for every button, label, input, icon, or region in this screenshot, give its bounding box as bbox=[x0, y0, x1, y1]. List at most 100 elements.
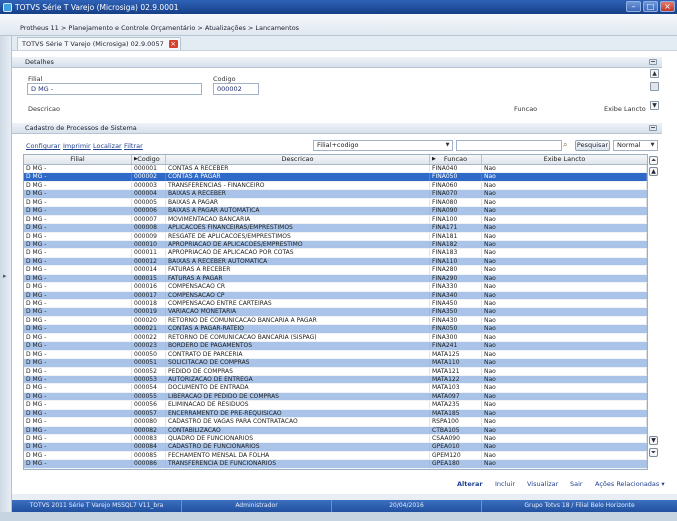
scroll-up-icon[interactable]: ▲ bbox=[650, 69, 659, 78]
incluir-button[interactable]: Incluir bbox=[495, 480, 515, 488]
table-cell: Nao bbox=[482, 198, 647, 207]
table-row[interactable]: D MG -000084 CADASTRO DE FUNCIONARIOS GPEA… bbox=[24, 443, 647, 452]
table-row[interactable]: D MG -000080 CADASTRO DE VAGAS PARA CONTR… bbox=[24, 418, 647, 427]
table-cell: Nao bbox=[482, 401, 647, 409]
search-icon[interactable]: ⌕ bbox=[563, 140, 573, 150]
table-cell: Nao bbox=[482, 291, 647, 299]
table-row[interactable]: D MG -000009 RESGATE DE APLICACOES/EMPRES… bbox=[24, 232, 647, 241]
table-row[interactable]: D MG -000085 FECHAMENTO MENSAL DA FOLHA GP… bbox=[24, 451, 647, 461]
filial-field[interactable]: D MG - bbox=[27, 83, 202, 95]
table-row[interactable]: D MG -000002 CONTAS A PAGAR FINA050 Nao bbox=[24, 173, 647, 182]
table-cell: FINA290 bbox=[430, 274, 482, 283]
table-row[interactable]: D MG -000057 ENCERRAMENTO DE PRE-REQUISIC… bbox=[24, 409, 647, 419]
sort-order-select[interactable]: Filial+codigo ▼ bbox=[313, 140, 453, 151]
table-row[interactable]: D MG -000015 FATURAS A PAGAR FINA290 Nao bbox=[24, 274, 647, 284]
tab-label: TOTVS Série T Varejo (Microsiga) 02.9.00… bbox=[22, 40, 164, 48]
col-header-codigo[interactable]: ▶ Codigo bbox=[132, 155, 166, 164]
grid-scrollbar[interactable]: ⏶ ▲ ▼ ⏷ bbox=[648, 154, 660, 470]
localizar-link[interactable]: Localizar bbox=[93, 142, 122, 150]
table-row[interactable]: D MG -000006 BAIXAS A PAGAR AUTOMATICA FIN… bbox=[24, 207, 647, 216]
table-cell: 000083 bbox=[132, 435, 166, 443]
table-row[interactable]: D MG -000005 BAIXAS A PAGAR FINA080 Nao bbox=[24, 198, 647, 208]
col-header-filial[interactable]: Filial bbox=[24, 155, 132, 164]
table-row[interactable]: D MG -000018 COMPENSACAO ENTRE CARTEIRAS F… bbox=[24, 300, 647, 309]
filtrar-link[interactable]: Filtrar bbox=[124, 142, 143, 150]
grid-header: Filial ▶ Codigo Descricao ▶ Funcao Exibe L… bbox=[24, 155, 647, 165]
table-row[interactable]: D MG -000086 TRANSFERENCIA DE FUNCIONARIO… bbox=[24, 460, 647, 469]
scroll-thumb[interactable] bbox=[650, 82, 659, 91]
table-cell: 000006 bbox=[132, 207, 166, 215]
sair-button[interactable]: Sair bbox=[570, 480, 583, 488]
table-row[interactable]: D MG -000010 APROPRIACAO DE APLICACOES/EM… bbox=[24, 240, 647, 250]
col-header-funcao[interactable]: ▶ Funcao bbox=[430, 155, 482, 164]
alterar-button[interactable]: Alterar bbox=[457, 480, 483, 488]
collapse-icon[interactable] bbox=[649, 59, 657, 65]
maximize-icon[interactable]: □ bbox=[643, 1, 658, 12]
search-input[interactable] bbox=[456, 140, 562, 151]
table-row[interactable]: D MG -000008 APLICACOES FINANCEIRAS/EMPRE… bbox=[24, 224, 647, 233]
left-collapse-strip[interactable]: ▸ bbox=[0, 36, 12, 512]
visualizar-button[interactable]: Visualizar bbox=[527, 480, 558, 488]
minimize-icon[interactable]: – bbox=[626, 1, 641, 12]
table-row[interactable]: D MG -000019 VARIACAO MONETARIA FINA350 Nao bbox=[24, 308, 647, 317]
scroll-down-icon[interactable]: ▼ bbox=[650, 101, 659, 110]
scroll-top-icon[interactable]: ⏶ bbox=[649, 156, 658, 165]
scroll-down-icon[interactable]: ▼ bbox=[649, 436, 658, 445]
expand-arrow-icon[interactable]: ▸ bbox=[3, 272, 7, 280]
table-cell: D MG - bbox=[24, 342, 132, 350]
table-row[interactable]: D MG -000012 BAIXAS A RECEBER AUTOMATICA F… bbox=[24, 257, 647, 267]
table-cell: 000020 bbox=[132, 316, 166, 325]
close-icon[interactable]: × bbox=[660, 1, 675, 12]
table-row[interactable]: D MG -000011 APROPRIACAO DE APLICACAO POR… bbox=[24, 249, 647, 258]
scroll-up-icon[interactable]: ▲ bbox=[649, 167, 658, 176]
table-row[interactable]: D MG -000004 BAIXAS A RECEBER FINA070 Nao bbox=[24, 190, 647, 199]
grid-body: D MG -000001 CONTAS A RECEBER FINA040 Nao D … bbox=[24, 165, 647, 469]
table-row[interactable]: D MG -000022 RETORNO DE COMUNICACAO BANCA… bbox=[24, 333, 647, 343]
descricao-label: Descricao bbox=[28, 105, 60, 113]
table-row[interactable]: D MG -000020 RETORNO DE COMUNICACAO BANCA… bbox=[24, 316, 647, 326]
table-cell: 000002 bbox=[132, 173, 166, 181]
table-cell: FINA110 bbox=[430, 257, 482, 266]
status-system: TOTVS 2011 Série T Varejo MSSQL7 V11_bra bbox=[12, 500, 182, 512]
table-cell: D MG - bbox=[24, 359, 132, 367]
sort-arrow-icon: ▶ bbox=[134, 156, 138, 162]
tab-main[interactable]: TOTVS Série T Varejo (Microsiga) 02.9.00… bbox=[17, 37, 181, 50]
table-row[interactable]: D MG -000007 MOVIMENTACAO BANCARIA FINA100… bbox=[24, 215, 647, 225]
table-row[interactable]: D MG -000056 ELIMINACAO DE RESIDUOS MATA23… bbox=[24, 401, 647, 410]
table-row[interactable]: D MG -000023 BORDERO DE PAGAMENTOS FINA241… bbox=[24, 342, 647, 351]
acoes-relacionadas-button[interactable]: Ações Relacionadas ▾ bbox=[595, 480, 665, 488]
table-cell: SOLICITACAO DE COMPRAS bbox=[166, 359, 430, 367]
table-cell: D MG - bbox=[24, 181, 132, 190]
table-row[interactable]: D MG -000052 PEDIDO DE COMPRAS MATA121 Nao bbox=[24, 367, 647, 376]
table-row[interactable]: D MG -000055 LIBERACAO DE PEDIDO DE COMPR… bbox=[24, 392, 647, 402]
collapse-icon[interactable] bbox=[649, 125, 657, 131]
table-row[interactable]: D MG -000082 CONTABILIZACAO CTBA105 Nao bbox=[24, 426, 647, 435]
table-row[interactable]: D MG -000050 CONTRATO DE PARCERIA MATA125 N… bbox=[24, 350, 647, 360]
table-row[interactable]: D MG -000083 QUADRO DE FUNCIONARIOS CSAA09… bbox=[24, 435, 647, 444]
status-date: 20/04/2016 bbox=[332, 500, 482, 512]
table-row[interactable]: D MG -000051 SOLICITACAO DE COMPRAS MATA11… bbox=[24, 359, 647, 368]
table-cell: D MG - bbox=[24, 283, 132, 291]
table-row[interactable]: D MG -000053 AUTORIZACAO DE ENTREGA MATA12… bbox=[24, 375, 647, 385]
table-row[interactable]: D MG -000017 COMPENSACAO CP FINA340 Nao bbox=[24, 291, 647, 300]
col-header-descricao[interactable]: Descricao bbox=[166, 155, 430, 164]
table-row[interactable]: D MG -000003 TRANSFERENCIAS - FINANCEIRO F… bbox=[24, 181, 647, 191]
table-cell: GPEA180 bbox=[430, 460, 482, 468]
tab-close-icon[interactable]: × bbox=[168, 40, 178, 48]
configurar-link[interactable]: Configurar bbox=[26, 142, 60, 150]
view-mode-select[interactable]: Normal ▼ bbox=[613, 140, 658, 151]
imprimir-link[interactable]: Imprimir bbox=[63, 142, 91, 150]
table-cell: D MG - bbox=[24, 190, 132, 198]
table-row[interactable]: D MG -000021 CONTAS A PAGAR-RATEIO FINA050… bbox=[24, 325, 647, 334]
process-grid[interactable]: Filial ▶ Codigo Descricao ▶ Funcao Exibe L… bbox=[23, 154, 648, 470]
col-header-exibe[interactable]: Exibe Lancto bbox=[482, 155, 647, 164]
table-row[interactable]: D MG -000001 CONTAS A RECEBER FINA040 Nao bbox=[24, 165, 647, 174]
table-row[interactable]: D MG -000014 FATURAS A RECEBER FINA280 Nao bbox=[24, 266, 647, 275]
table-row[interactable]: D MG -000054 DOCUMENTO DE ENTRADA MATA103 N… bbox=[24, 384, 647, 393]
table-cell: COMPENSACAO CP bbox=[166, 291, 430, 299]
breadcrumb[interactable]: Protheus 11 > Planejamento e Controle Or… bbox=[20, 24, 299, 32]
table-row[interactable]: D MG -000016 COMPENSACAO CR FINA330 Nao bbox=[24, 283, 647, 292]
scroll-bottom-icon[interactable]: ⏷ bbox=[649, 448, 658, 457]
codigo-field[interactable]: 000002 bbox=[213, 83, 259, 95]
pesquisar-button[interactable]: Pesquisar bbox=[575, 140, 610, 151]
